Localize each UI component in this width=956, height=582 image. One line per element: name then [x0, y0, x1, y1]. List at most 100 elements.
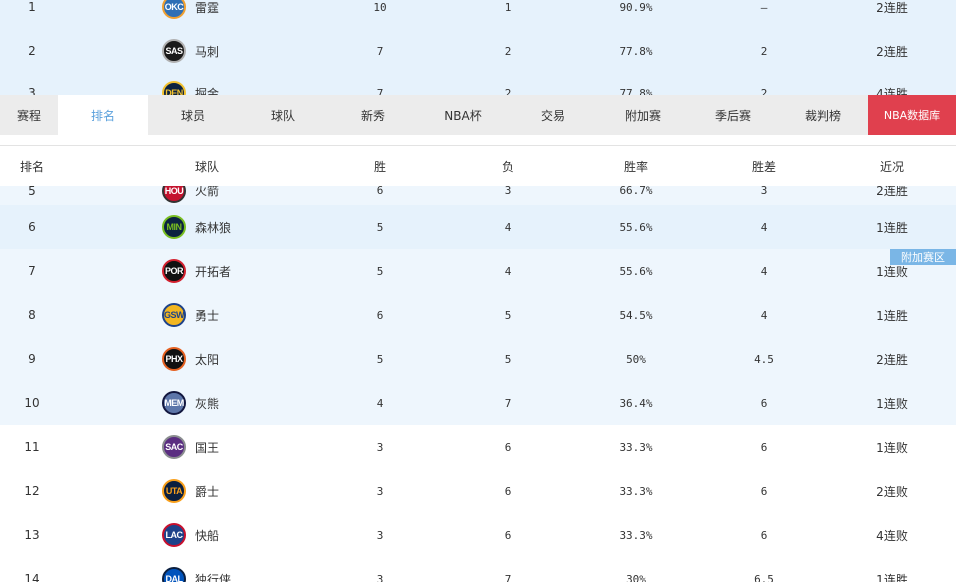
losses-cell: 4 [504, 220, 512, 234]
team-logo-icon[interactable]: DAL [162, 567, 186, 582]
losses-cell: 6 [504, 440, 512, 454]
games-behind-cell: 6.5 [754, 572, 774, 582]
games-behind-cell: 6 [760, 396, 768, 410]
games-behind-cell: 6 [760, 440, 768, 454]
tab-10[interactable]: NBA数据库 [868, 95, 956, 135]
team-logo-cell: UTA [162, 469, 186, 513]
column-header-games-behind[interactable]: 胜差 [752, 146, 776, 187]
nav-tabs: 赛程 排名 球员 球队 新秀 NBA杯 交易 附加赛 季后赛 裁判榜 NBA数据库 [0, 95, 956, 135]
rank-cell: 13 [24, 528, 40, 542]
team-logo-icon[interactable]: PHX [162, 347, 186, 371]
column-header: 排名 球队 胜 负 胜率 胜差 近况 [0, 145, 956, 186]
tab-0[interactable]: 赛程 [0, 95, 58, 135]
games-behind-cell: 6 [760, 528, 768, 542]
wins-cell: 3 [376, 440, 384, 454]
team-logo-icon[interactable]: POR [162, 259, 186, 283]
team-name[interactable]: 独行侠 [195, 557, 231, 582]
team-logo-cell: SAS [162, 29, 186, 73]
team-logo-icon[interactable]: SAS [162, 39, 186, 63]
win-pct-cell: 55.6% [619, 264, 653, 278]
team-logo-icon[interactable]: MIN [162, 215, 186, 239]
win-pct-cell: 50% [626, 352, 646, 366]
tab-7[interactable]: 附加赛 [598, 95, 688, 135]
table-row[interactable]: 11 SAC 国王 3 6 33.3% 6 1连败 [0, 425, 956, 469]
team-name[interactable]: 爵士 [195, 469, 219, 513]
tab-gap [0, 135, 956, 145]
team-name[interactable]: 开拓者 [195, 249, 231, 293]
win-pct-cell: 54.5% [619, 308, 653, 322]
column-header-win-pct[interactable]: 胜率 [624, 146, 648, 187]
team-logo-icon[interactable]: UTA [162, 479, 186, 503]
team-logo-cell: DAL [162, 557, 186, 582]
tab-4[interactable]: 新秀 [328, 95, 418, 135]
team-logo-cell: PHX [162, 337, 186, 381]
losses-cell: 2 [504, 44, 512, 58]
win-pct-cell: 36.4% [619, 396, 653, 410]
rank-cell: 6 [28, 220, 36, 234]
games-behind-cell: – [760, 0, 768, 14]
column-header-rank[interactable]: 排名 [20, 146, 44, 187]
column-header-team[interactable]: 球队 [195, 146, 219, 187]
table-row[interactable]: 6 MIN 森林狼 5 4 55.6% 4 1连胜 [0, 205, 956, 249]
streak-cell: 2连败 [876, 484, 908, 499]
rank-cell: 14 [24, 572, 40, 582]
rank-cell: 12 [24, 484, 40, 498]
column-header-wins[interactable]: 胜 [374, 146, 386, 187]
streak-cell: 4连败 [876, 528, 908, 543]
wins-cell: 5 [376, 220, 384, 234]
team-name[interactable]: 森林狼 [195, 205, 231, 249]
win-pct-cell: 77.8% [619, 44, 653, 58]
tab-2[interactable]: 球员 [148, 95, 238, 135]
wins-cell: 6 [376, 308, 384, 322]
team-name[interactable]: 灰熊 [195, 381, 219, 425]
team-logo-icon[interactable]: MEM [162, 391, 186, 415]
tab-3[interactable]: 球队 [238, 95, 328, 135]
table-row[interactable]: 12 UTA 爵士 3 6 33.3% 6 2连败 [0, 469, 956, 513]
wins-cell: 5 [376, 352, 384, 366]
table-row[interactable]: 13 LAC 快船 3 6 33.3% 6 4连败 [0, 513, 956, 557]
losses-cell: 4 [504, 264, 512, 278]
column-header-losses[interactable]: 负 [502, 146, 514, 187]
team-name[interactable]: 勇士 [195, 293, 219, 337]
table-row[interactable]: 1 OKC 雷霆 10 1 90.9% – 2连胜 [0, 0, 956, 29]
win-pct-cell: 30% [626, 572, 646, 582]
team-logo-icon[interactable]: GSW [162, 303, 186, 327]
tab-6[interactable]: 交易 [508, 95, 598, 135]
table-row[interactable]: 2 SAS 马刺 7 2 77.8% 2 2连胜 [0, 29, 956, 73]
tab-8[interactable]: 季后赛 [688, 95, 778, 135]
table-row[interactable]: 9 PHX 太阳 5 5 50% 4.5 2连胜 [0, 337, 956, 381]
games-behind-cell: 2 [760, 44, 768, 58]
table-row[interactable]: 10 MEM 灰熊 4 7 36.4% 6 1连败 [0, 381, 956, 425]
tab-5[interactable]: NBA杯 [418, 95, 508, 135]
games-behind-cell: 4 [760, 264, 768, 278]
win-pct-cell: 55.6% [619, 220, 653, 234]
losses-cell: 5 [504, 308, 512, 322]
win-pct-cell: 33.3% [619, 528, 653, 542]
column-header-streak[interactable]: 近况 [880, 146, 904, 187]
wins-cell: 4 [376, 396, 384, 410]
wins-cell: 3 [376, 484, 384, 498]
table-row[interactable]: 8 GSW 勇士 6 5 54.5% 4 1连胜 [0, 293, 956, 337]
team-logo-icon[interactable]: OKC [162, 0, 186, 19]
tab-9[interactable]: 裁判榜 [778, 95, 868, 135]
team-logo-icon[interactable]: LAC [162, 523, 186, 547]
team-name[interactable]: 太阳 [195, 337, 219, 381]
table-row[interactable]: 7 POR 开拓者 5 4 55.6% 4 1连败 [0, 249, 956, 293]
team-name[interactable]: 马刺 [195, 29, 219, 73]
team-logo-icon[interactable]: SAC [162, 435, 186, 459]
team-name[interactable]: 雷霆 [195, 0, 219, 29]
wins-cell: 5 [376, 264, 384, 278]
standings-page: 1 OKC 雷霆 10 1 90.9% –2连胜 2 SAS 马刺 7 2 77.8% 2 2连胜 3 DEN 掘… [0, 0, 956, 582]
tab-1[interactable]: 排名 [58, 95, 148, 135]
team-name[interactable]: 快船 [195, 513, 219, 557]
team-logo-cell: OKC [162, 0, 186, 29]
losses-cell: 6 [504, 528, 512, 542]
games-behind-cell: 4 [760, 308, 768, 322]
losses-cell: 1 [504, 0, 512, 14]
wins-cell: 7 [376, 44, 384, 58]
rank-cell: 1 [28, 0, 36, 14]
team-name[interactable]: 国王 [195, 425, 219, 469]
table-row[interactable]: 14 DAL 独行侠 3 7 30% 6.5 1连胜 [0, 557, 956, 582]
wins-cell: 3 [376, 572, 384, 582]
streak-cell: 2连胜 [876, 352, 908, 367]
